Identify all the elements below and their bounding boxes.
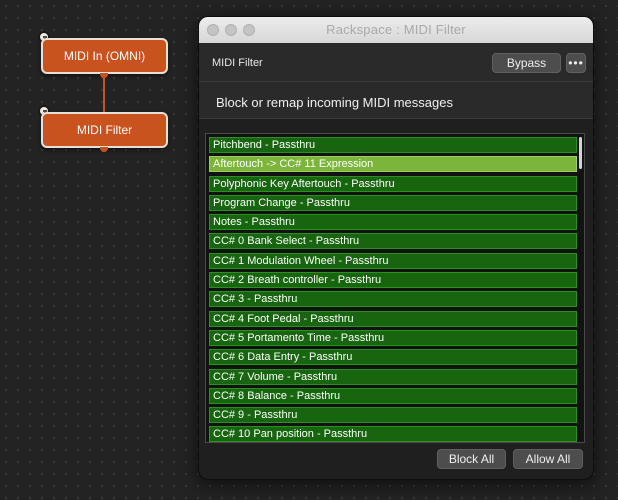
- midi-connection-wire[interactable]: [103, 74, 105, 112]
- list-item[interactable]: Pitchbend - Passthru: [209, 137, 577, 153]
- plugin-header: MIDI Filter Bypass •••: [199, 43, 593, 81]
- list-item[interactable]: CC# 3 - Passthru: [209, 291, 577, 308]
- list-item[interactable]: CC# 7 Volume - Passthru: [209, 368, 577, 385]
- list-item[interactable]: CC# 10 Pan position - Passthru: [209, 426, 577, 442]
- window-titlebar[interactable]: Rackspace : MIDI Filter: [199, 17, 593, 44]
- list-item[interactable]: CC# 4 Foot Pedal - Passthru: [209, 310, 577, 327]
- wiring-canvas[interactable]: MIDI In (OMNI) MIDI Filter Rackspace : M…: [0, 0, 618, 500]
- node-midi-filter[interactable]: MIDI Filter: [41, 112, 168, 148]
- node-midi-filter-label: MIDI Filter: [76, 123, 133, 137]
- node-midi-in[interactable]: MIDI In (OMNI): [41, 38, 168, 74]
- list-item[interactable]: CC# 5 Portamento Time - Passthru: [209, 329, 577, 346]
- list-item[interactable]: Program Change - Passthru: [209, 194, 577, 211]
- list-scrollbar[interactable]: [579, 137, 582, 169]
- window-title: Rackspace : MIDI Filter: [326, 22, 466, 37]
- list-item[interactable]: CC# 6 Data Entry - Passthru: [209, 349, 577, 366]
- message-list-rows: Pitchbend - Passthru Aftertouch -> CC# 11…: [209, 137, 577, 442]
- plugin-name: MIDI Filter: [212, 57, 263, 69]
- plugin-description: Block or remap incoming MIDI messages: [216, 95, 453, 110]
- description-bar: Block or remap incoming MIDI messages: [199, 82, 593, 119]
- list-item[interactable]: CC# 1 Modulation Wheel - Passthru: [209, 252, 577, 269]
- midi-message-list[interactable]: Pitchbend - Passthru Aftertouch -> CC# 11…: [205, 133, 585, 443]
- more-options-button[interactable]: •••: [566, 53, 586, 73]
- list-item[interactable]: Aftertouch -> CC# 11 Expression: [209, 156, 577, 173]
- midi-filter-output-port[interactable]: [100, 147, 108, 152]
- list-item[interactable]: Polyphonic Key Aftertouch - Passthru: [209, 175, 577, 192]
- plugin-window: Rackspace : MIDI Filter MIDI Filter Bypa…: [198, 16, 594, 480]
- list-item[interactable]: CC# 2 Breath controller - Passthru: [209, 272, 577, 289]
- block-all-button[interactable]: Block All: [437, 449, 506, 469]
- list-item[interactable]: CC# 9 - Passthru: [209, 407, 577, 424]
- list-item[interactable]: CC# 0 Bank Select - Passthru: [209, 233, 577, 250]
- list-item[interactable]: Notes - Passthru: [209, 214, 577, 231]
- node-midi-in-label: MIDI In (OMNI): [63, 49, 146, 63]
- list-item[interactable]: CC# 8 Balance - Passthru: [209, 387, 577, 404]
- allow-all-button[interactable]: Allow All: [513, 449, 583, 469]
- bypass-button[interactable]: Bypass: [492, 53, 561, 73]
